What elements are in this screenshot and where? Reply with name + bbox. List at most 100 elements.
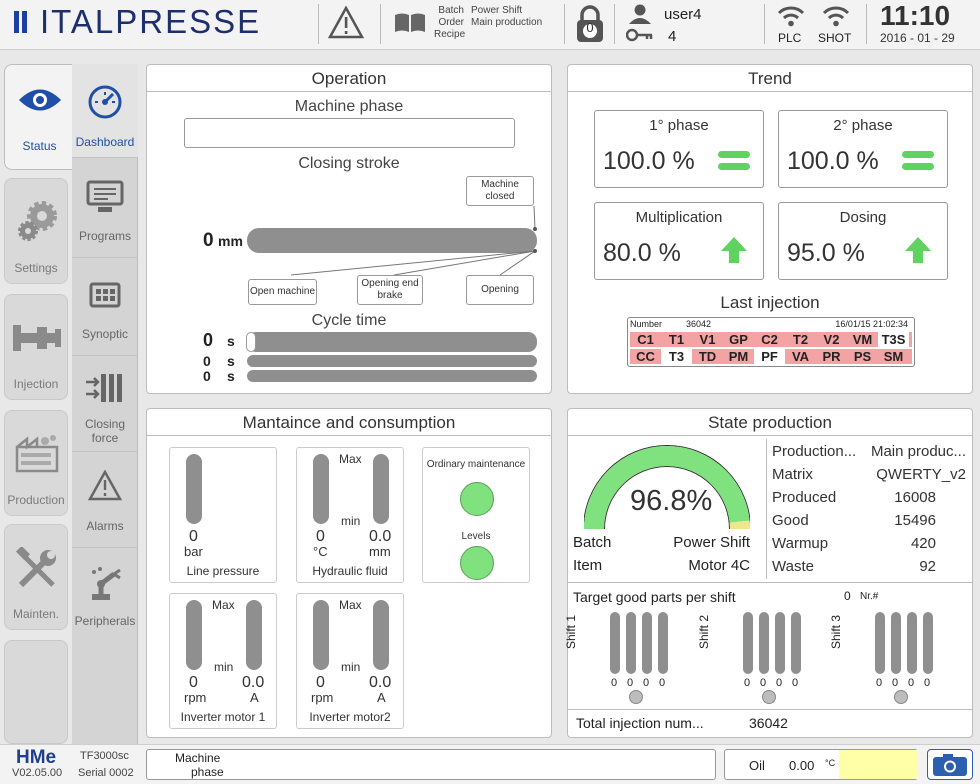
software-version: V02.05.00 [12,767,63,779]
matrix-row: Matrix QWERTY_v2 [772,466,966,488]
camera-button[interactable] [927,749,973,780]
nav-alarms[interactable]: Alarms [72,454,138,548]
lock-count: 0 [586,20,594,35]
good-row-key: Good [772,512,809,529]
shift-bar-value: 0 [744,677,751,689]
maintenance-status-box: Ordinary maintenance Levels [422,447,530,583]
trend-dosing: Dosing 95.0 % [778,202,948,280]
nav-peripherals[interactable]: Peripherals [72,548,138,642]
top-header: ITALPRESSE Batch Order Recipe Power Shif… [0,0,980,50]
matrix-row-value: QWERTY_v2 [876,466,966,483]
plc-label: PLC [778,31,802,45]
line-pressure-gauge: 0 bar Line pressure [169,447,277,583]
user-icon[interactable] [626,4,654,24]
shift-bar-value: 0 [908,677,915,689]
inverter1-amp-bar [246,600,262,670]
hydraulic-level-unit: mm [369,544,391,559]
shift-bar [875,612,885,674]
nav-injection[interactable]: Injection [4,294,68,400]
shift-bar-value: 0 [876,677,883,689]
oil-indicator [839,750,918,779]
closing-force-icon [86,374,122,402]
produced-row-value: 16008 [894,489,936,506]
waste-row: Waste 92 [772,558,966,580]
good-row: Good 15496 [772,512,966,534]
nav-programs[interactable]: Programs [72,164,138,258]
oil-label: Oil [749,758,765,773]
info-labels: Batch Order Recipe [434,5,465,41]
inverter-motor-2-label: Inverter motor2 [309,710,391,724]
nav-closing-force-label: Closing force [84,417,126,445]
equal-icon [718,151,750,170]
oil-temperature: Oil 0.00 °C [724,749,918,780]
item-label: Item [573,557,603,574]
callout-opening: Opening [466,275,534,305]
shot-wifi-icon [822,6,850,27]
line-pressure-label: Line pressure [186,564,260,578]
shift-label: Shift 3 [829,614,843,649]
shift-status-dot [894,690,908,704]
user-count: 4 [668,28,677,45]
shift-bar [610,612,620,674]
warmup-row: Warmup 420 [772,535,966,557]
injection-flag: PR [816,349,847,364]
trend-phase1: 1° phase 100.0 % [594,110,764,188]
inverter2-rpm-unit: rpm [311,690,334,705]
cycle-time-value-2: 0 [203,353,211,369]
nav-maintenance[interactable]: Mainten. [4,524,68,630]
nav-status[interactable]: Status [4,64,74,170]
user-name: user4 [664,6,702,23]
tools-icon [15,547,56,588]
injection-number-label: Number [630,319,663,329]
camera-icon [933,754,967,776]
item-value: Motor 4C [688,557,750,574]
machine-phase-status-label-1: Machine [175,751,221,765]
injection-flags-row-2: CC T3 TD PM PF VA PR PS SM [630,349,912,364]
shift-bar-value: 0 [760,677,767,689]
nav-closing-force[interactable]: Closing force [72,358,138,452]
shift-bar-value: 0 [776,677,783,689]
hydraulic-max-label: Max [339,452,362,466]
shift-bar-value: 0 [643,677,650,689]
clock-time: 11:10 [880,0,951,31]
target-count: 0 [844,589,851,603]
nav-synoptic[interactable]: Synoptic [72,262,138,356]
shift-status-dot [762,690,776,704]
shift-bar-value: 0 [924,677,931,689]
warning-icon[interactable] [328,6,364,40]
eye-icon [19,89,61,111]
trend-multiplication: Multiplication 80.0 % [594,202,764,280]
batch-value: Power Shift [471,5,523,16]
nav-settings-label: Settings [14,261,58,275]
nav-production[interactable]: Production [4,410,68,516]
callout-opening-end-brake: Opening end brake [357,275,423,305]
callout-open-machine: Open machine [248,279,317,305]
oil-value: 0.00 [789,758,815,773]
last-injection-box: Number 36042 16/01/15 21:02:34 C1 T1 V1 GP C… [627,317,915,367]
injection-flag: PM [723,349,754,364]
cycle-time-bar-1-start [246,332,256,352]
nav-dashboard[interactable]: Dashboard [72,64,138,158]
batch-value: Power Shift [673,534,750,551]
shift-bar [759,612,769,674]
trend-phase2-value: 100.0 % [787,147,879,175]
order-value: Main production [471,17,543,28]
arrow-up-icon [721,237,747,263]
state-production-title: State production [568,409,972,436]
injection-flag: C1 [630,332,661,347]
shift-bar [775,612,785,674]
inverter1-amp-unit: A [250,690,259,705]
nav-settings[interactable]: Settings [4,178,68,284]
shift-bar [743,612,753,674]
shift-bar-value: 0 [892,677,899,689]
shift-bar [907,612,917,674]
nav-empty-slot [4,640,68,744]
machine-model: TF3000sc [80,750,129,762]
shift-bar [891,612,901,674]
injection-datetime: 16/01/15 21:02:34 [835,319,908,329]
injection-flag: VM [847,332,878,347]
trend-phase2-title: 2° phase [833,117,893,134]
nav-dashboard-label: Dashboard [75,135,135,149]
produced-row-key: Produced [772,489,837,506]
nav-status-label: Status [22,139,57,153]
